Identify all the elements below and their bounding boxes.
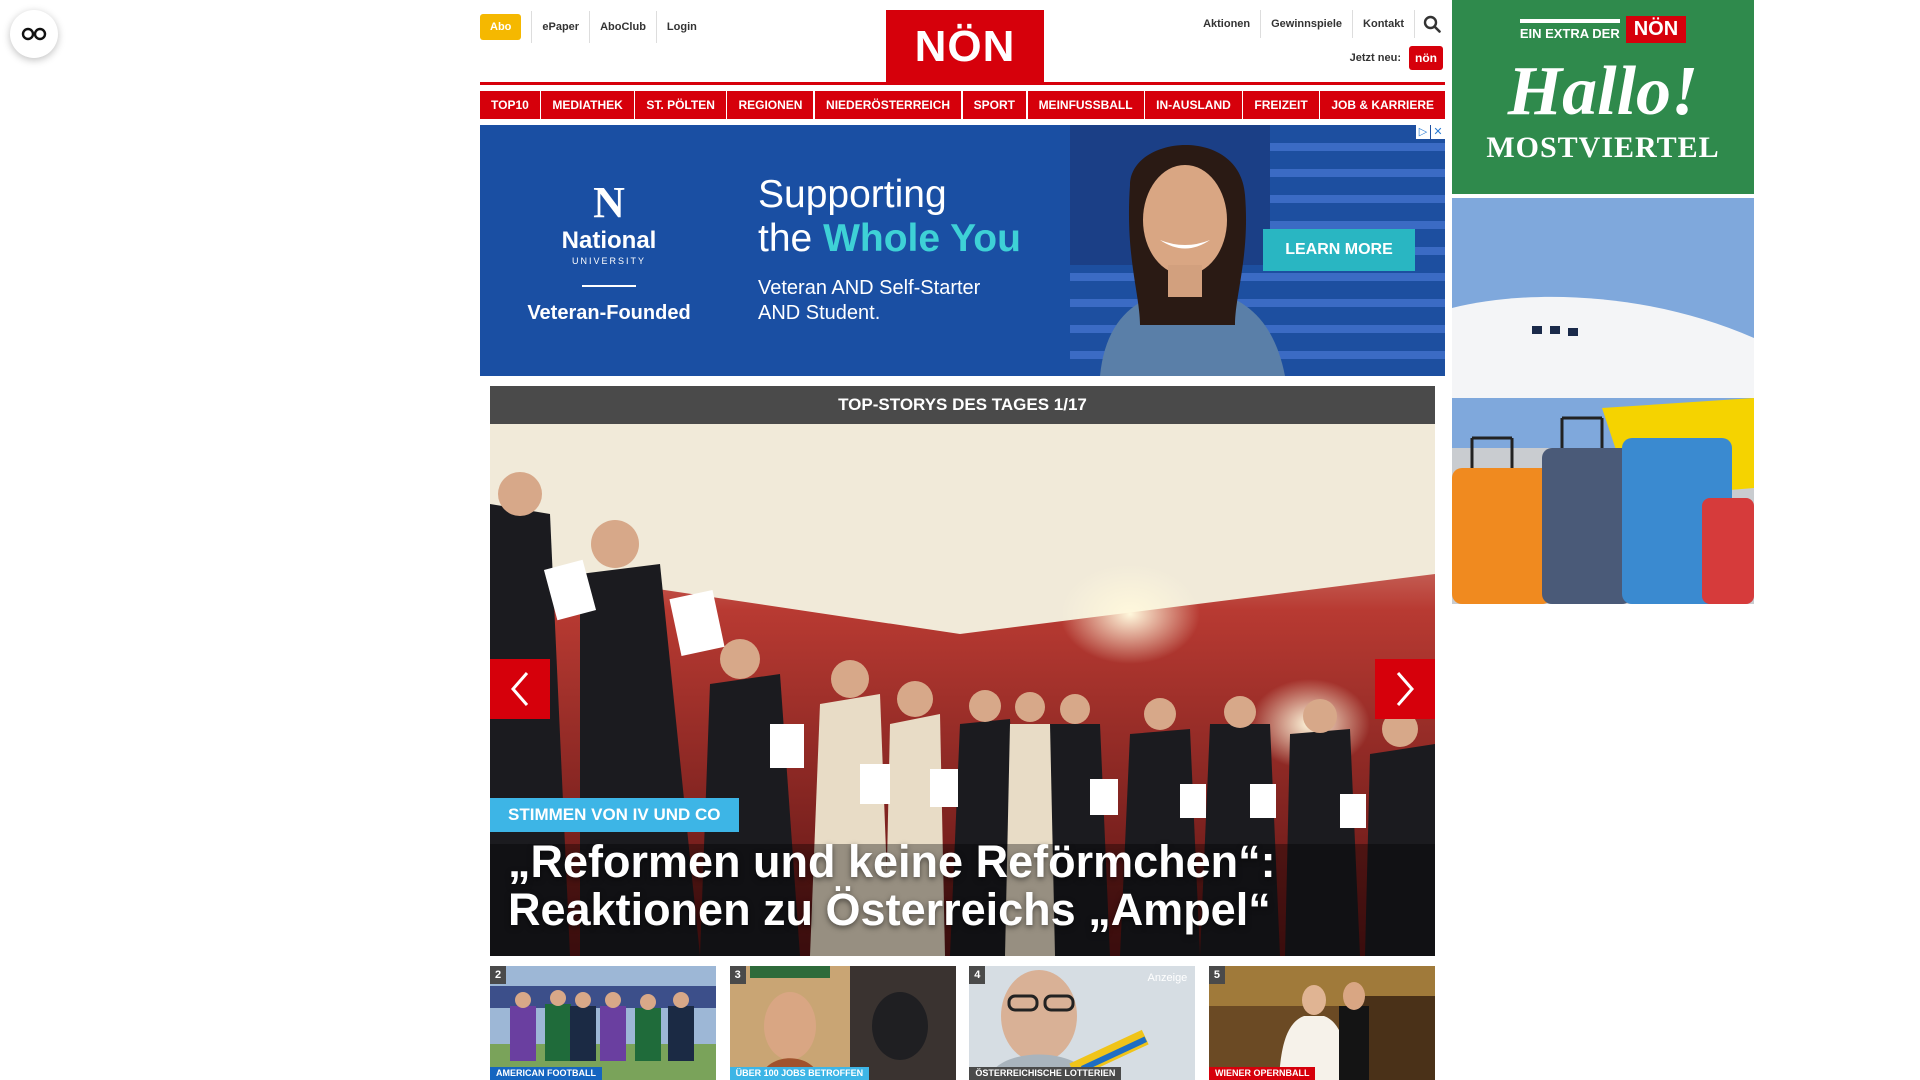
ad-brand-university: UNIVERSITY — [571, 256, 646, 266]
teaser-card[interactable]: 2 AMERICAN FOOTBALL — [490, 966, 716, 1080]
nav-item-top10[interactable]: TOP10 — [480, 91, 540, 119]
ad-extra-label: EIN EXTRA DER — [1519, 18, 1620, 41]
ad-brand-name: National — [561, 227, 657, 254]
nav-item-meinfussball[interactable]: MEINFUSSBALL — [1027, 91, 1144, 119]
top-links-right: Aktionen Gewinnspiele Kontakt — [1193, 10, 1445, 38]
slide-current[interactable]: STIMMEN VON IV UND CO „Reformen und kein… — [490, 424, 1435, 956]
teaser-image — [490, 966, 716, 1080]
teaser-image — [729, 966, 956, 1080]
ad-subline-2: AND Student. — [758, 302, 881, 324]
ad-headline-accent: Whole You — [823, 217, 1021, 260]
hallo-mostviertel-ad[interactable]: EIN EXTRA DER NÖN Hallo! MOSTVIERTEL — [1452, 0, 1754, 194]
abo-button[interactable]: Abo — [480, 14, 522, 40]
teaser-image — [1208, 966, 1435, 1080]
teaser-category-tag: ÖSTERREICHISCHE LOTTERIEN — [969, 1067, 1122, 1080]
site-header: Abo ePaper AboClub Login NÖN Aktionen Ge… — [480, 0, 1445, 84]
top-links-left: Abo ePaper AboClub Login — [480, 11, 707, 43]
ad-brand-tagline: Veteran-Founded — [527, 302, 691, 324]
teaser-rank: 2 — [490, 966, 506, 984]
nav-item-niederoesterreich[interactable]: NIEDERÖSTERREICH — [815, 91, 962, 119]
ad-learn-more-button[interactable]: LEARN MORE — [1263, 229, 1415, 271]
teaser-rank: 4 — [969, 966, 986, 984]
jetzt-neu-badge[interactable]: nön — [1409, 46, 1443, 70]
ad-non-logo: NÖN — [1625, 16, 1687, 43]
ad-close-icon[interactable]: ✕ — [1431, 125, 1445, 139]
teaser-card[interactable]: 5 WIENER OPERNBALL — [1208, 966, 1435, 1080]
epaper-link[interactable]: ePaper — [531, 11, 589, 43]
slider-next-button[interactable] — [1375, 659, 1435, 719]
nav-item-in-ausland[interactable]: IN-AUSLAND — [1145, 91, 1242, 119]
login-link[interactable]: Login — [655, 11, 707, 43]
teaser-row: 2 AMERICAN FOOTBALL 3 ÜBER 100 JOBS BETR… — [490, 966, 1435, 1080]
ad-subline: Veteran AND Self-Starter AND Student. — [758, 276, 1038, 326]
teaser-rank: 5 — [1208, 966, 1225, 984]
slide-headline[interactable]: „Reformen und keine Reförmchen“: Reaktio… — [508, 838, 1408, 934]
aboclub-link[interactable]: AboClub — [589, 11, 656, 43]
ad-info-icon[interactable]: ▷ — [1416, 125, 1430, 139]
glasses-icon — [21, 27, 47, 41]
ad-hallo-title: Hallo! — [1507, 53, 1699, 130]
chevron-right-icon — [1396, 672, 1414, 706]
header-divider — [480, 82, 1445, 85]
ad-brand-mark: N — [593, 178, 625, 227]
teaser-card[interactable]: 4 Anzeige ÖSTERREICHISCHE LOTTERIEN — [969, 966, 1196, 1080]
airport-ad[interactable] — [1452, 198, 1754, 604]
nav-item-mediathek[interactable]: MEDIATHEK — [541, 91, 634, 119]
chevron-left-icon — [511, 672, 529, 706]
ad-region-title: MOSTVIERTEL — [1486, 131, 1720, 164]
ad-brand-logo: N National UNIVERSITY Veteran-Founded — [524, 181, 694, 325]
top-stories-slider: TOP-STORYS DES TAGES 1/17 STIMMEN VON IV… — [490, 386, 1435, 956]
nav-item-sport[interactable]: SPORT — [962, 91, 1026, 119]
teaser-category-tag: WIENER OPERNBALL — [1208, 1067, 1316, 1080]
kontakt-link[interactable]: Kontakt — [1353, 10, 1415, 38]
ad-headline-line1: Supporting — [758, 173, 947, 216]
reader-mode-button[interactable] — [10, 10, 58, 58]
ad-subline-1: Veteran AND Self-Starter — [758, 277, 981, 299]
aktionen-link[interactable]: Aktionen — [1193, 10, 1262, 38]
nav-item-regionen[interactable]: REGIONEN — [727, 91, 814, 119]
jetzt-neu-label: Jetzt neu: — [1349, 52, 1401, 64]
ad-extra-header: EIN EXTRA DER NÖN — [1452, 16, 1754, 43]
nav-item-job-karriere[interactable]: JOB & KARRIERE — [1320, 91, 1445, 119]
teaser-category-tag: AMERICAN FOOTBALL — [490, 1067, 602, 1080]
nav-item-st-poelten[interactable]: ST. PÖLTEN — [635, 91, 726, 119]
teaser-category-tag: ÜBER 100 JOBS BETROFFEN — [729, 1067, 870, 1080]
jetzt-neu-promo[interactable]: Jetzt neu: nön — [1350, 46, 1443, 70]
ad-choices[interactable]: ▷ ✕ — [1415, 125, 1445, 139]
site-logo[interactable]: NÖN — [886, 10, 1044, 84]
ad-banner[interactable]: ▷ ✕ N National UNIVERSITY Veteran-Founde… — [480, 125, 1445, 376]
search-icon[interactable] — [1419, 10, 1445, 38]
nav-item-freizeit[interactable]: FREIZEIT — [1243, 91, 1319, 119]
main-nav: TOP10 MEDIATHEK ST. PÖLTEN REGIONEN NIED… — [480, 91, 1445, 119]
slide-category-tag[interactable]: STIMMEN VON IV UND CO — [490, 798, 739, 832]
slider-header: TOP-STORYS DES TAGES 1/17 — [490, 386, 1435, 424]
slider-prev-button[interactable] — [490, 659, 550, 719]
ad-headline-prefix: the — [758, 217, 824, 260]
teaser-ad-badge: Anzeige — [1147, 972, 1188, 984]
teaser-card[interactable]: 3 ÜBER 100 JOBS BETROFFEN — [729, 966, 956, 1080]
ad-headline-line2: the Whole You — [758, 217, 1021, 261]
airport-ad-image — [1452, 198, 1754, 604]
ad-headline: Supporting the Whole You — [758, 173, 1021, 261]
teaser-rank: 3 — [729, 966, 746, 984]
gewinnspiele-link[interactable]: Gewinnspiele — [1261, 10, 1354, 38]
ad-brand-divider — [582, 285, 636, 287]
